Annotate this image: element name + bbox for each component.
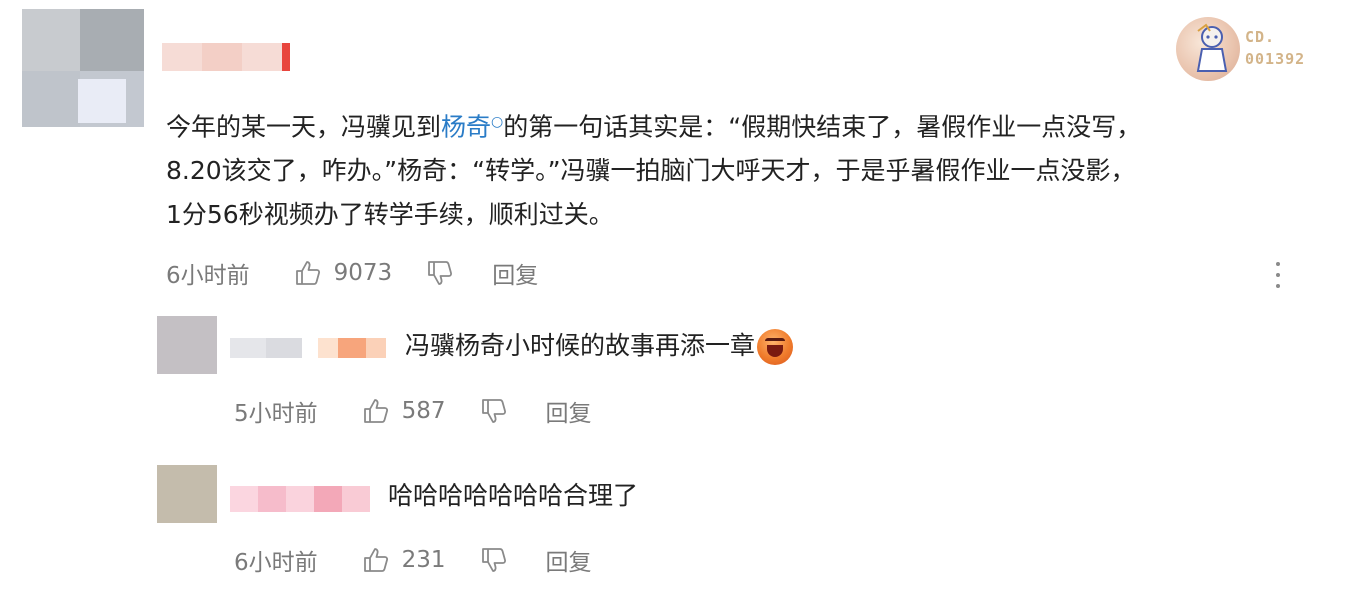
comment-time: 6小时前 [166,263,250,289]
dislike-button[interactable] [480,397,508,425]
topic-link[interactable]: 杨奇 [441,112,491,141]
like-button[interactable]: 9073 [294,259,393,287]
reply-text: 冯骥杨奇小时候的故事再添一章 [405,331,756,360]
reply-meta: 5小时前 587 回复 [234,394,592,428]
reply-author-name[interactable] [230,486,370,512]
reply-meta: 6小时前 231 回复 [234,543,592,577]
thumbs-down-icon [428,261,453,285]
reply-avatar[interactable] [157,465,217,523]
reply-text: 哈哈哈哈哈哈哈合理了 [388,481,639,510]
comment-text-part: 今年的某一天，冯骥见到 [166,112,442,142]
commenter-avatar[interactable] [22,9,144,127]
reply-text-row: 冯骥杨奇小时候的故事再添一章 [405,326,794,365]
like-count: 9073 [333,260,393,286]
comment-meta: 6小时前 9073 回复 [166,256,538,290]
angry-laugh-emoji-icon [757,329,794,365]
thumbs-up-icon [363,548,388,572]
like-count: 231 [401,547,446,573]
reply-time: 5小时前 [234,401,318,427]
badge-text: CD. 001392 [1245,26,1305,70]
comment-line-3: 1分56秒视频办了转学手续，顺利过关。 [166,200,614,230]
reply-button[interactable]: 回复 [546,543,592,577]
like-button[interactable]: 231 [362,546,446,574]
thumbs-up-icon [363,399,388,423]
badge-line2: 001392 [1245,50,1306,68]
search-icon[interactable]: ○ [491,114,503,130]
dislike-button[interactable] [480,546,508,574]
reply-author-name[interactable] [230,338,386,358]
thumbs-down-icon [481,399,506,423]
comment-line-1: 今年的某一天，冯骥见到杨奇○的第一句话其实是：“假期快结束了，暑假作业一点没写， [166,100,1336,149]
fan-badge: CD. 001392 [1176,17,1336,81]
commenter-name[interactable] [162,43,290,71]
badge-character-icon [1196,23,1228,72]
thumbs-down-icon [481,548,506,572]
comment-line-2: 8.20该交了，咋办。”杨奇：“转学。”冯骥一拍脑门大呼天才，于是乎暑假作业一点… [166,156,1136,186]
like-count: 587 [401,398,446,424]
more-options-icon[interactable] [1270,262,1286,288]
thumbs-up-icon [295,261,320,285]
comment-text-part: 的第一句话其实是：“假期快结束了，暑假作业一点没写， [503,112,1142,142]
reply-avatar[interactable] [157,316,217,374]
dislike-button[interactable] [426,259,454,287]
comment-body: 今年的某一天，冯骥见到杨奇○的第一句话其实是：“假期快结束了，暑假作业一点没写，… [166,100,1336,237]
reply-button[interactable]: 回复 [492,256,538,290]
like-button[interactable]: 587 [362,397,446,425]
reply-button[interactable]: 回复 [546,394,592,428]
badge-line1: CD. [1245,28,1276,46]
reply-time: 6小时前 [234,550,318,576]
reply-text-row: 哈哈哈哈哈哈哈合理了 [388,476,638,512]
